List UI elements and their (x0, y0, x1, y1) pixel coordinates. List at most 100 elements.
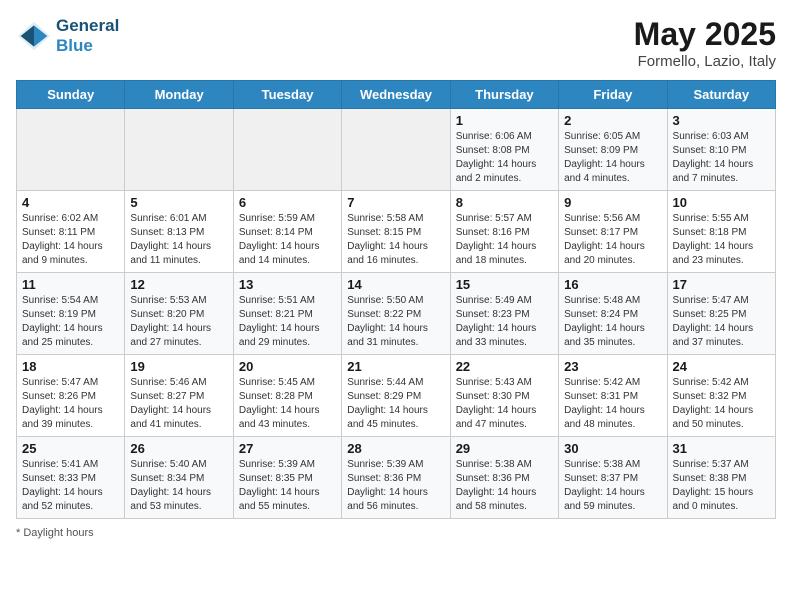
day-number: 25 (22, 441, 119, 456)
day-info: Sunrise: 5:50 AMSunset: 8:22 PMDaylight:… (347, 294, 444, 350)
calendar-cell: 30 Sunrise: 5:38 AMSunset: 8:37 PMDayligh… (559, 437, 667, 519)
calendar-cell: 22 Sunrise: 5:43 AMSunset: 8:30 PMDayligh… (450, 355, 558, 437)
day-number: 30 (564, 441, 661, 456)
day-number: 23 (564, 359, 661, 374)
day-number: 14 (347, 277, 444, 292)
calendar-cell: 23 Sunrise: 5:42 AMSunset: 8:31 PMDayligh… (559, 355, 667, 437)
weekday-header-friday: Friday (559, 81, 667, 109)
day-info: Sunrise: 5:42 AMSunset: 8:31 PMDaylight:… (564, 376, 661, 432)
calendar-cell: 26Sunrise: 5:40 AMSunset: 8:34 PMDayligh… (125, 437, 233, 519)
calendar-cell: 28 Sunrise: 5:39 AMSunset: 8:36 PMDayligh… (342, 437, 450, 519)
calendar-cell: 25Sunrise: 5:41 AMSunset: 8:33 PMDayligh… (17, 437, 125, 519)
logo-icon (16, 20, 52, 52)
calendar-cell: 24 Sunrise: 5:42 AMSunset: 8:32 PMDayligh… (667, 355, 775, 437)
day-info: Sunrise: 5:58 AMSunset: 8:15 PMDaylight:… (347, 212, 444, 268)
calendar-cell: 27Sunrise: 5:39 AMSunset: 8:35 PMDayligh… (233, 437, 341, 519)
month-title: May 2025 (634, 16, 776, 53)
calendar-cell: 2 Sunrise: 6:05 AMSunset: 8:09 PMDaylight… (559, 109, 667, 191)
calendar-cell: 12Sunrise: 5:53 AMSunset: 8:20 PMDayligh… (125, 273, 233, 355)
day-info: Sunrise: 5:43 AMSunset: 8:30 PMDaylight:… (456, 376, 553, 432)
logo: General Blue (16, 16, 119, 57)
day-number: 22 (456, 359, 553, 374)
day-info: Sunrise: 6:02 AMSunset: 8:11 PMDaylight:… (22, 212, 119, 268)
day-number: 6 (239, 195, 336, 210)
day-info: Sunrise: 6:03 AMSunset: 8:10 PMDaylight:… (673, 130, 770, 186)
calendar-cell: 11 Sunrise: 5:54 AMSunset: 8:19 PMDayligh… (17, 273, 125, 355)
week-row-1: 1Sunrise: 6:06 AMSunset: 8:08 PMDaylight… (17, 109, 776, 191)
weekday-header-wednesday: Wednesday (342, 81, 450, 109)
day-info: Sunrise: 6:05 AMSunset: 8:09 PMDaylight:… (564, 130, 661, 186)
day-number: 7 (347, 195, 444, 210)
day-number: 4 (22, 195, 119, 210)
day-number: 11 (22, 277, 119, 292)
day-number: 29 (456, 441, 553, 456)
day-info: Sunrise: 5:49 AMSunset: 8:23 PMDaylight:… (456, 294, 553, 350)
calendar-cell: 3 Sunrise: 6:03 AMSunset: 8:10 PMDaylight… (667, 109, 775, 191)
calendar-cell: 14 Sunrise: 5:50 AMSunset: 8:22 PMDayligh… (342, 273, 450, 355)
calendar-cell: 7 Sunrise: 5:58 AMSunset: 8:15 PMDaylight… (342, 191, 450, 273)
footer-note-text: Daylight hours (23, 527, 93, 539)
calendar-body: 1Sunrise: 6:06 AMSunset: 8:08 PMDaylight… (17, 109, 776, 519)
day-info: Sunrise: 5:38 AMSunset: 8:37 PMDaylight:… (564, 458, 661, 514)
day-number: 16 (564, 277, 661, 292)
calendar-cell: 21 Sunrise: 5:44 AMSunset: 8:29 PMDayligh… (342, 355, 450, 437)
day-number: 17 (673, 277, 770, 292)
day-info: Sunrise: 5:39 AMSunset: 8:36 PMDaylight:… (347, 458, 444, 514)
day-number: 9 (564, 195, 661, 210)
logo-text: General Blue (56, 16, 119, 57)
calendar-cell: 1Sunrise: 6:06 AMSunset: 8:08 PMDaylight… (450, 109, 558, 191)
day-info: Sunrise: 5:42 AMSunset: 8:32 PMDaylight:… (673, 376, 770, 432)
week-row-3: 11 Sunrise: 5:54 AMSunset: 8:19 PMDayligh… (17, 273, 776, 355)
calendar-cell (125, 109, 233, 191)
calendar-cell: 10 Sunrise: 5:55 AMSunset: 8:18 PMDayligh… (667, 191, 775, 273)
day-info: Sunrise: 5:55 AMSunset: 8:18 PMDaylight:… (673, 212, 770, 268)
day-info: Sunrise: 6:06 AMSunset: 8:08 PMDaylight:… (456, 130, 553, 186)
day-number: 24 (673, 359, 770, 374)
day-info: Sunrise: 6:01 AMSunset: 8:13 PMDaylight:… (130, 212, 227, 268)
calendar-cell: 16 Sunrise: 5:48 AMSunset: 8:24 PMDayligh… (559, 273, 667, 355)
day-number: 13 (239, 277, 336, 292)
title-area: May 2025 Formello, Lazio, Italy (634, 16, 776, 70)
day-number: 5 (130, 195, 227, 210)
day-number: 3 (673, 113, 770, 128)
calendar-cell (17, 109, 125, 191)
day-info: Sunrise: 5:56 AMSunset: 8:17 PMDaylight:… (564, 212, 661, 268)
calendar-cell: 18Sunrise: 5:47 AMSunset: 8:26 PMDayligh… (17, 355, 125, 437)
day-info: Sunrise: 5:54 AMSunset: 8:19 PMDaylight:… (22, 294, 119, 350)
day-number: 2 (564, 113, 661, 128)
calendar-cell: 5 Sunrise: 6:01 AMSunset: 8:13 PMDaylight… (125, 191, 233, 273)
day-info: Sunrise: 5:37 AMSunset: 8:38 PMDaylight:… (673, 458, 770, 514)
day-number: 18 (22, 359, 119, 374)
day-info: Sunrise: 5:48 AMSunset: 8:24 PMDaylight:… (564, 294, 661, 350)
day-info: Sunrise: 5:47 AMSunset: 8:25 PMDaylight:… (673, 294, 770, 350)
day-number: 31 (673, 441, 770, 456)
day-info: Sunrise: 5:38 AMSunset: 8:36 PMDaylight:… (456, 458, 553, 514)
day-info: Sunrise: 5:46 AMSunset: 8:27 PMDaylight:… (130, 376, 227, 432)
footer-note: * Daylight hours (16, 527, 776, 539)
weekday-header-row: SundayMondayTuesdayWednesdayThursdayFrid… (17, 81, 776, 109)
day-number: 10 (673, 195, 770, 210)
calendar-cell: 4 Sunrise: 6:02 AMSunset: 8:11 PMDaylight… (17, 191, 125, 273)
day-info: Sunrise: 5:39 AMSunset: 8:35 PMDaylight:… (239, 458, 336, 514)
calendar-cell: 8 Sunrise: 5:57 AMSunset: 8:16 PMDaylight… (450, 191, 558, 273)
calendar-cell: 17 Sunrise: 5:47 AMSunset: 8:25 PMDayligh… (667, 273, 775, 355)
day-number: 28 (347, 441, 444, 456)
calendar-cell: 6Sunrise: 5:59 AMSunset: 8:14 PMDaylight… (233, 191, 341, 273)
weekday-header-sunday: Sunday (17, 81, 125, 109)
day-info: Sunrise: 5:40 AMSunset: 8:34 PMDaylight:… (130, 458, 227, 514)
calendar-cell: 31 Sunrise: 5:37 AMSunset: 8:38 PMDayligh… (667, 437, 775, 519)
weekday-header-thursday: Thursday (450, 81, 558, 109)
day-number: 21 (347, 359, 444, 374)
week-row-2: 4 Sunrise: 6:02 AMSunset: 8:11 PMDaylight… (17, 191, 776, 273)
calendar-cell (342, 109, 450, 191)
day-info: Sunrise: 5:57 AMSunset: 8:16 PMDaylight:… (456, 212, 553, 268)
day-info: Sunrise: 5:45 AMSunset: 8:28 PMDaylight:… (239, 376, 336, 432)
calendar-cell (233, 109, 341, 191)
location: Formello, Lazio, Italy (634, 53, 776, 70)
calendar-table: SundayMondayTuesdayWednesdayThursdayFrid… (16, 80, 776, 519)
calendar-cell: 29 Sunrise: 5:38 AMSunset: 8:36 PMDayligh… (450, 437, 558, 519)
day-info: Sunrise: 5:44 AMSunset: 8:29 PMDaylight:… (347, 376, 444, 432)
weekday-header-monday: Monday (125, 81, 233, 109)
day-number: 8 (456, 195, 553, 210)
day-number: 20 (239, 359, 336, 374)
